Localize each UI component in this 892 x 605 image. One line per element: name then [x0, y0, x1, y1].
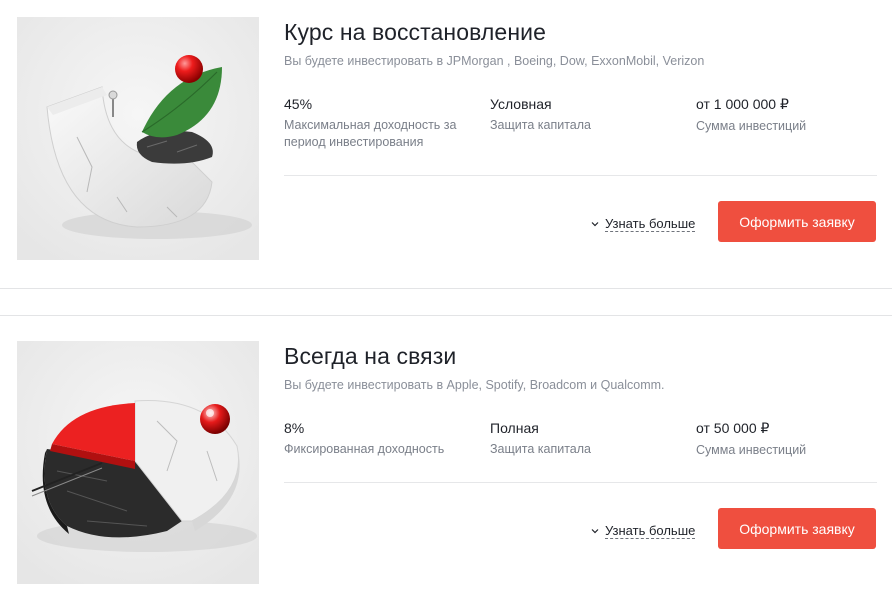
learn-more-label: Узнать больше	[605, 523, 696, 539]
marble-pie-chart-sphere-icon	[17, 341, 259, 584]
metric-value: 45%	[284, 96, 313, 112]
chevron-down-icon	[591, 529, 599, 534]
product-title: Всегда на связи	[284, 343, 457, 369]
card-separator	[0, 288, 892, 316]
metric-value: Полная	[490, 420, 539, 436]
metric-label: Фиксированная доходность	[284, 442, 445, 456]
metric-value: от 50 000 ₽	[696, 420, 770, 436]
metric-label: Максимальная доходность за период инвест…	[284, 118, 457, 149]
product-image-1	[17, 17, 259, 260]
product-image-2	[17, 341, 259, 584]
metric-value: Условная	[490, 96, 552, 112]
metric-amount: от 1 000 000 ₽ Сумма инвестиций	[696, 96, 886, 135]
metric-label: Защита капитала	[490, 442, 592, 456]
product-subtitle: Вы будете инвестировать в Apple, Spotify…	[284, 378, 665, 392]
metric-protection: Полная Защита капитала	[490, 420, 680, 458]
metric-amount: от 50 000 ₽ Сумма инвестиций	[696, 420, 886, 459]
divider	[284, 175, 877, 176]
apply-button[interactable]: Оформить заявку	[718, 201, 876, 242]
marble-arch-leaf-sphere-icon	[17, 17, 259, 260]
metric-label: Сумма инвестиций	[696, 443, 807, 457]
metric-yield: 45% Максимальная доходность за период ин…	[284, 96, 474, 151]
metric-protection: Условная Защита капитала	[490, 96, 680, 134]
divider	[284, 482, 877, 483]
metric-label: Защита капитала	[490, 118, 592, 132]
metric-yield: 8% Фиксированная доходность	[284, 420, 474, 458]
metric-label: Сумма инвестиций	[696, 119, 807, 133]
product-title: Курс на восстановление	[284, 19, 546, 45]
apply-button[interactable]: Оформить заявку	[718, 508, 876, 549]
learn-more-link[interactable]: Узнать больше	[590, 523, 696, 539]
metric-value: от 1 000 000 ₽	[696, 96, 789, 112]
learn-more-link[interactable]: Узнать больше	[590, 216, 696, 232]
product-card-2: Всегда на связи Вы будете инвестировать …	[0, 316, 892, 605]
metric-value: 8%	[284, 420, 305, 436]
learn-more-label: Узнать больше	[605, 216, 696, 232]
product-card-1: Курс на восстановление Вы будете инвести…	[0, 0, 892, 288]
product-subtitle: Вы будете инвестировать в JPMorgan , Boe…	[284, 54, 705, 68]
chevron-down-icon	[591, 222, 599, 227]
